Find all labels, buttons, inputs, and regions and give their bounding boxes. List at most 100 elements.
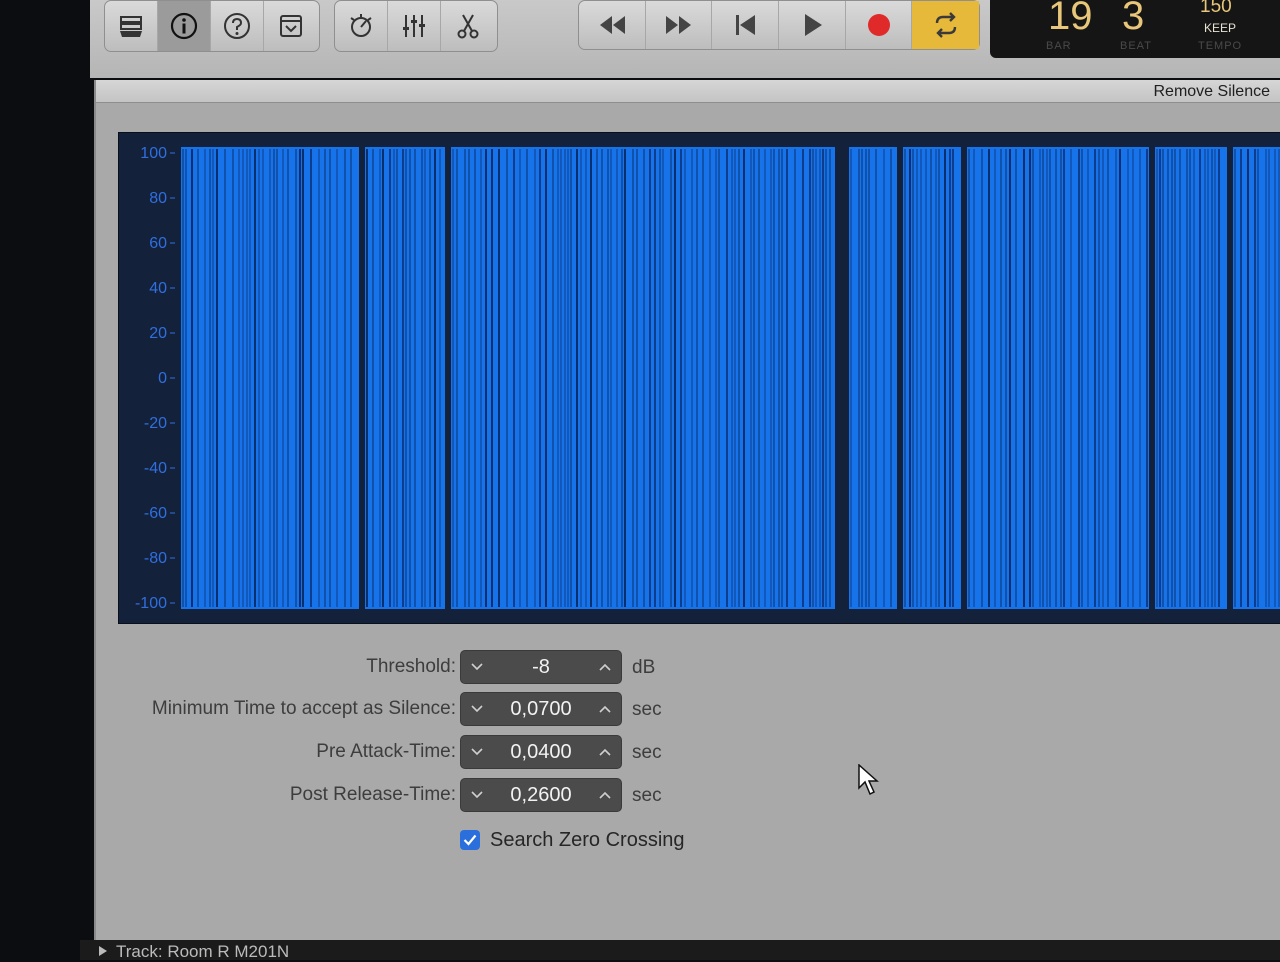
axis-tick-label: -80 <box>144 550 167 567</box>
axis-tick-label: 60 <box>149 235 167 252</box>
lcd-display[interactable]: 19 3 150 KEEP BAR BEAT TEMPO <box>990 0 1280 58</box>
axis-tick-label: -100 <box>135 595 167 612</box>
axis-tick-label: -40 <box>144 460 167 477</box>
min-silence-time-row: Minimum Time to accept as Silence: 0,070… <box>96 692 796 728</box>
min-silence-time-decrement-button[interactable] <box>463 693 491 725</box>
cycle-icon <box>935 12 956 38</box>
chevron-down-icon <box>471 791 483 799</box>
post-release-time-increment-button[interactable] <box>591 779 619 811</box>
post-release-time-unit: sec <box>632 785 662 806</box>
info-button[interactable] <box>158 1 211 51</box>
waveform-graph: 100 80 60 40 20 0 -20 -40 -60 -80 -100 <box>135 145 1280 612</box>
search-zero-crossing-checkbox[interactable] <box>460 830 480 850</box>
remove-silence-dialog: Remove Silence 100 80 60 40 20 0 -20 -40 -60 -80 -… <box>94 80 1280 960</box>
post-release-time-label: Post Release-Time: <box>289 784 456 805</box>
axis-tick-label: 80 <box>149 190 167 207</box>
record-icon <box>867 14 890 36</box>
axis-tick-label: 0 <box>158 370 167 387</box>
play-icon <box>804 14 822 36</box>
threshold-stepper[interactable]: -8 <box>460 650 622 684</box>
lcd-tempo-value: 150 <box>1200 0 1232 17</box>
chevron-up-icon <box>599 791 611 799</box>
axis-tick-label: 100 <box>140 145 167 162</box>
record-button[interactable] <box>846 1 913 49</box>
min-silence-time-stepper[interactable]: 0,0700 <box>460 692 622 726</box>
post-release-time-stepper[interactable]: 0,2600 <box>460 778 622 812</box>
transport-controls <box>578 0 980 50</box>
chevron-down-icon <box>471 663 483 671</box>
lcd-beat-value: 3 <box>1122 0 1145 38</box>
scissors-button[interactable] <box>441 1 494 51</box>
threshold-unit: dB <box>632 657 656 678</box>
audio-region <box>365 147 445 609</box>
fast-forward-button[interactable] <box>646 1 713 49</box>
audio-region <box>849 147 897 609</box>
min-silence-time-label: Minimum Time to accept as Silence: <box>151 698 456 719</box>
pre-attack-time-decrement-button[interactable] <box>463 736 491 768</box>
metronome-icon <box>350 14 372 37</box>
lcd-bar-value: 19 <box>1048 0 1093 38</box>
threshold-label: Threshold: <box>366 656 456 677</box>
lcd-tempo-label: TEMPO <box>1198 40 1243 52</box>
library-button[interactable] <box>105 1 158 51</box>
audio-region <box>451 147 835 609</box>
min-silence-time-value[interactable]: 0,0700 <box>491 698 591 721</box>
chevron-up-icon <box>599 663 611 671</box>
scissors-icon <box>457 14 478 39</box>
disclosure-triangle-icon[interactable] <box>98 946 108 956</box>
rewind-icon <box>599 16 625 34</box>
dialog-title: Remove Silence <box>1153 83 1271 100</box>
chevron-up-icon <box>599 705 611 713</box>
search-zero-crossing-label: Search Zero Crossing <box>490 829 685 851</box>
search-zero-crossing-option[interactable]: Search Zero Crossing <box>460 828 780 858</box>
chevron-down-icon <box>471 705 483 713</box>
pre-attack-time-unit: sec <box>632 742 662 763</box>
mixer-button[interactable] <box>388 1 441 51</box>
post-release-time-decrement-button[interactable] <box>463 779 491 811</box>
mouse-pointer-icon <box>858 764 879 796</box>
waveform-display[interactable]: 100 80 60 40 20 0 -20 -40 -60 -80 -100 <box>118 132 1280 624</box>
help-button[interactable] <box>211 1 264 51</box>
info-icon <box>170 12 198 40</box>
min-silence-time-unit: sec <box>632 699 662 720</box>
go-to-start-button[interactable] <box>712 1 780 49</box>
lcd-keep-label: KEEP <box>1204 21 1237 35</box>
threshold-row: Threshold: -8 dB <box>96 650 796 686</box>
axis-tick-label: -20 <box>144 415 167 432</box>
threshold-increment-button[interactable] <box>591 651 619 683</box>
post-release-time-row: Post Release-Time: 0,2600 sec <box>96 778 796 814</box>
go-to-start-icon <box>736 15 756 35</box>
metronome-button[interactable] <box>335 1 388 51</box>
dialog-titlebar: Remove Silence <box>96 80 1280 103</box>
save-icon <box>279 15 302 37</box>
axis-tick-label: 20 <box>149 325 167 342</box>
rewind-button[interactable] <box>579 1 646 49</box>
threshold-decrement-button[interactable] <box>463 651 491 683</box>
pre-attack-time-row: Pre Attack-Time: 0,0400 sec <box>96 735 796 771</box>
mixer-icon <box>403 15 425 37</box>
cycle-button[interactable] <box>912 1 980 49</box>
axis-tick-label: 40 <box>149 280 167 297</box>
view-button-group <box>104 0 320 52</box>
lcd-bar-label: BAR <box>1046 40 1072 52</box>
axis-tick-label: -60 <box>144 505 167 522</box>
audio-region <box>1155 147 1227 609</box>
audio-region <box>967 147 1149 609</box>
chevron-down-icon <box>471 748 483 756</box>
pre-attack-time-increment-button[interactable] <box>591 736 619 768</box>
pre-attack-time-stepper[interactable]: 0,0400 <box>460 735 622 769</box>
post-release-time-value[interactable]: 0,2600 <box>491 784 591 807</box>
min-silence-time-increment-button[interactable] <box>591 693 619 725</box>
chevron-up-icon <box>599 748 611 756</box>
track-header-strip: Track: Room R M201N <box>80 940 1280 961</box>
play-button[interactable] <box>779 1 846 49</box>
help-icon <box>224 13 250 39</box>
save-button[interactable] <box>264 1 317 51</box>
checkmark-icon <box>463 834 477 846</box>
pre-attack-time-value[interactable]: 0,0400 <box>491 741 591 764</box>
edit-button-group <box>334 0 498 52</box>
track-name-label: Track: Room R M201N <box>116 942 290 961</box>
threshold-value[interactable]: -8 <box>491 656 591 679</box>
pre-attack-time-label: Pre Attack-Time: <box>316 741 456 762</box>
fast-forward-icon <box>665 16 691 34</box>
